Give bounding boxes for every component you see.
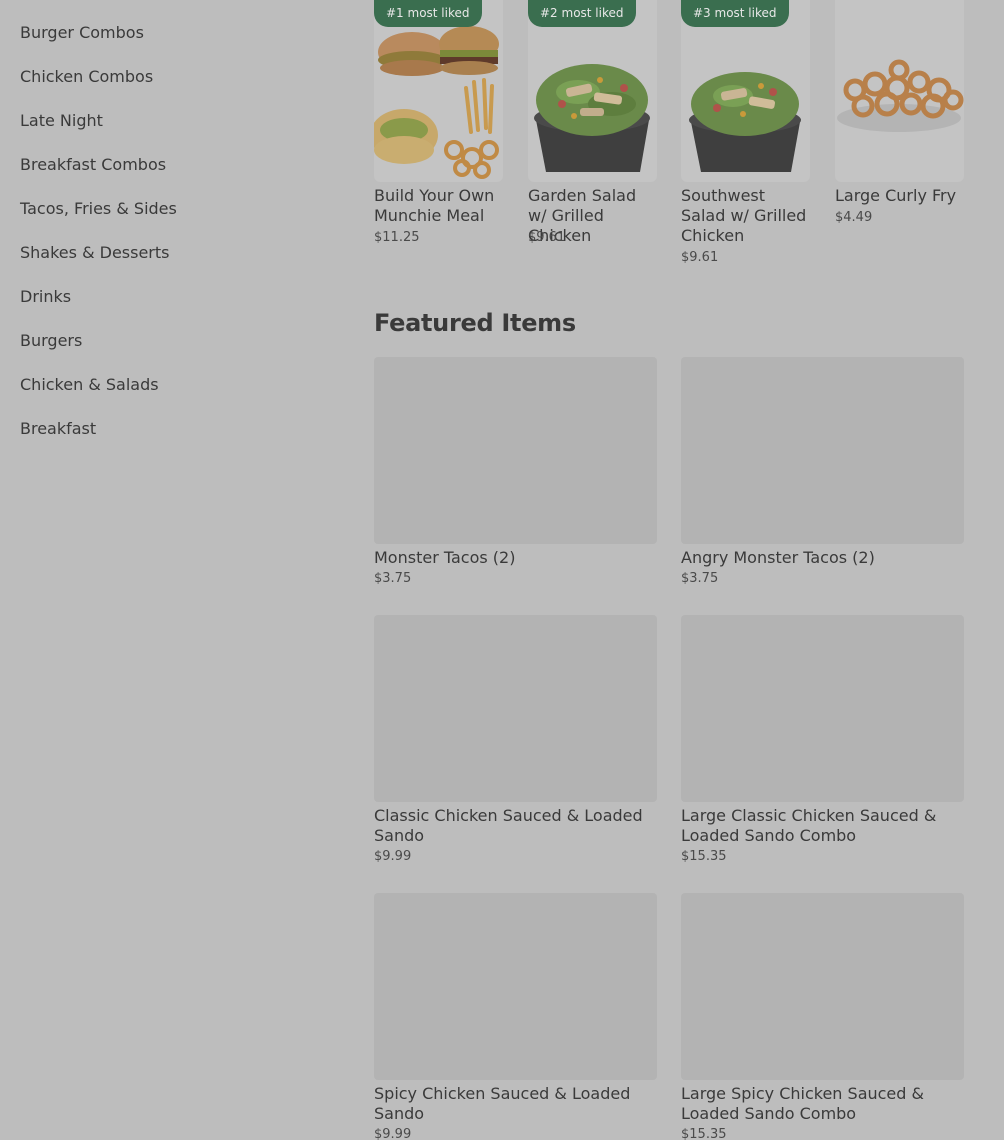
featured-items-heading: Featured Items xyxy=(374,309,576,337)
item-name: Build Your Own Munchie Meal xyxy=(374,186,495,225)
most-liked-card[interactable]: Large Curly Fry $4.49 xyxy=(835,0,964,225)
featured-item-card[interactable]: Angry Monster Tacos (2) $3.75 xyxy=(681,357,964,587)
item-name: Monster Tacos (2) xyxy=(374,548,516,567)
food-image: #1 most liked xyxy=(374,0,503,182)
food-image: #2 most liked xyxy=(528,0,657,182)
featured-item-card[interactable]: Classic Chicken Sauced & Loaded Sando $9… xyxy=(374,615,657,865)
most-liked-badge: #1 most liked xyxy=(374,0,482,27)
item-price: $15.35 xyxy=(681,1127,727,1140)
most-liked-badge: #2 most liked xyxy=(528,0,636,27)
food-image-placeholder xyxy=(681,357,964,544)
item-price: $9.61 xyxy=(681,250,719,265)
sidebar-item-chicken-combos[interactable]: Chicken Combos xyxy=(20,67,153,87)
item-price: $9.99 xyxy=(374,849,412,864)
item-price: $4.49 xyxy=(835,210,873,225)
item-name: Large Curly Fry xyxy=(835,186,957,205)
page: Burger Combos Chicken Combos Late Night … xyxy=(0,0,1004,1140)
sidebar-item-shakes-desserts[interactable]: Shakes & Desserts xyxy=(20,243,170,263)
sidebar-item-drinks[interactable]: Drinks xyxy=(20,287,71,307)
most-liked-card[interactable]: #3 most liked Southwest Salad w/ Grilled… xyxy=(681,0,810,265)
food-image: #3 most liked xyxy=(681,0,810,182)
food-image-placeholder xyxy=(681,893,964,1080)
sidebar-item-burgers[interactable]: Burgers xyxy=(20,331,82,351)
item-price: $11.25 xyxy=(374,230,420,245)
featured-item-card[interactable]: Large Classic Chicken Sauced & Loaded Sa… xyxy=(681,615,964,865)
item-price: $9.61 xyxy=(528,230,566,245)
item-price: $9.99 xyxy=(374,1127,412,1140)
item-name: Spicy Chicken Sauced & Loaded Sando xyxy=(374,1084,631,1123)
item-price: $3.75 xyxy=(681,571,719,586)
featured-item-card[interactable]: Spicy Chicken Sauced & Loaded Sando $9.9… xyxy=(374,893,657,1140)
sidebar-item-chicken-salads[interactable]: Chicken & Salads xyxy=(20,375,159,395)
food-image-placeholder xyxy=(374,357,657,544)
food-image xyxy=(835,0,964,182)
most-liked-carousel: #1 most liked Build Your Own Munchie Mea… xyxy=(374,0,964,280)
sidebar-item-breakfast[interactable]: Breakfast xyxy=(20,419,96,439)
sidebar-item-late-night[interactable]: Late Night xyxy=(20,111,103,131)
food-image-placeholder xyxy=(374,893,657,1080)
food-image-placeholder xyxy=(681,615,964,802)
item-name: Southwest Salad w/ Grilled Chicken xyxy=(681,186,807,245)
featured-item-card[interactable]: Large Spicy Chicken Sauced & Loaded Sand… xyxy=(681,893,964,1140)
most-liked-card[interactable]: #2 most liked Garden Salad w/ Grilled Ch… xyxy=(528,0,657,245)
sidebar-item-breakfast-combos[interactable]: Breakfast Combos xyxy=(20,155,166,175)
most-liked-card[interactable]: #1 most liked Build Your Own Munchie Mea… xyxy=(374,0,503,245)
item-name: Large Classic Chicken Sauced & Loaded Sa… xyxy=(681,806,937,845)
item-name: Angry Monster Tacos (2) xyxy=(681,548,875,567)
item-price: $15.35 xyxy=(681,849,727,864)
item-name: Large Spicy Chicken Sauced & Loaded Sand… xyxy=(681,1084,924,1123)
item-price: $3.75 xyxy=(374,571,412,586)
featured-item-card[interactable]: Monster Tacos (2) $3.75 xyxy=(374,357,657,587)
most-liked-badge: #3 most liked xyxy=(681,0,789,27)
food-image-placeholder xyxy=(374,615,657,802)
sidebar-item-burger-combos[interactable]: Burger Combos xyxy=(20,23,144,43)
item-name: Classic Chicken Sauced & Loaded Sando xyxy=(374,806,643,845)
sidebar-item-tacos-fries-sides[interactable]: Tacos, Fries & Sides xyxy=(20,199,177,219)
